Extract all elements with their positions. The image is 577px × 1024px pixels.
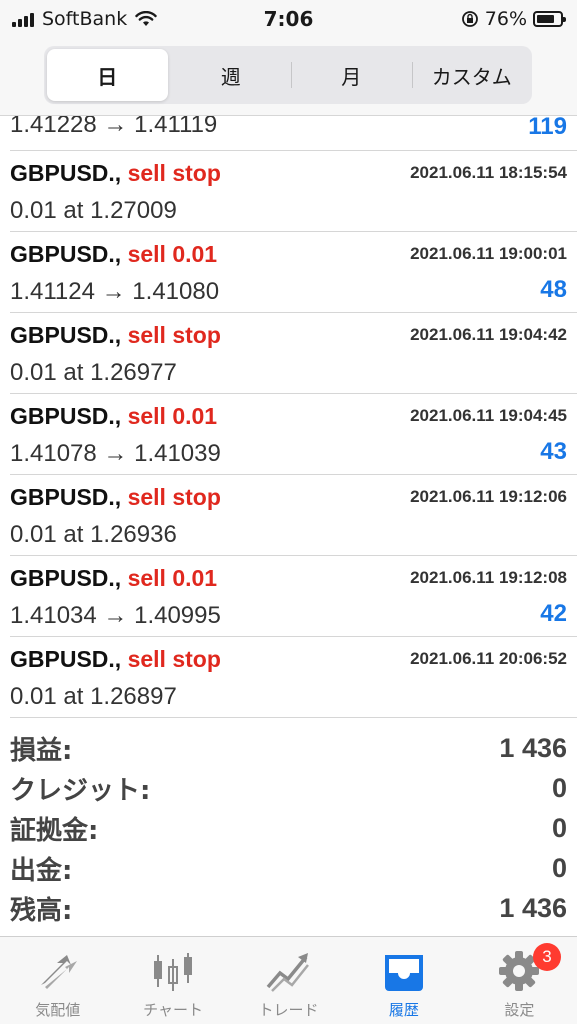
price-detail: 1.41228 → 1.41119 [10,116,218,138]
tab-trade[interactable]: トレード [231,937,346,1024]
battery-percent: 76% [484,8,527,30]
history-list: 1.41228 → 1.41119 119 GBPUSD., sell stop… [0,116,577,718]
order-time: 2021.06.11 19:00:01 [410,244,567,263]
tab-label: チャート [143,1001,204,1019]
period-selector-bar: 日 週 月 カスタム [0,40,577,116]
tab-label: 設定 [504,1001,535,1019]
tab-settings[interactable]: 設定 3 [462,937,577,1024]
history-row-partial[interactable]: 1.41228 → 1.41119 119 [10,116,577,151]
tab-label: 履歴 [388,1001,419,1019]
price-detail: 0.01 at 1.26936 [10,521,177,548]
summary-deposit: 証拠金: 0 [0,808,577,848]
candlestick-chart-icon [154,953,193,991]
history-row[interactable]: GBPUSD., sell 0.01 2021.06.11 19:04:45 1… [10,394,577,475]
summary-value: 1 436 [499,732,567,763]
period-segmented-control: 日 週 月 カスタム [44,46,532,104]
profit-value: 119 [528,116,567,140]
status-bar: SoftBank 7:06 76% [0,0,577,40]
order-action: sell stop [127,646,221,672]
history-row[interactable]: GBPUSD., sell 0.01 2021.06.11 19:00:01 1… [10,232,577,313]
battery-icon [533,11,566,27]
symbol-label: GBPUSD., [10,565,122,591]
price-detail: 1.41078 → 1.41039 [10,440,221,467]
orientation-lock-icon [461,11,478,27]
segment-custom[interactable]: カスタム [411,46,533,104]
history-row[interactable]: GBPUSD., sell stop 2021.06.11 19:04:42 0… [10,313,577,394]
tab-label: トレード [258,1001,319,1019]
order-time: 2021.06.11 19:12:06 [410,487,567,506]
order-action: sell 0.01 [127,565,218,591]
symbol-label: GBPUSD., [10,322,122,348]
summary-value: 0 [551,772,567,803]
price-detail: 0.01 at 1.26977 [10,359,177,386]
profit-value: 42 [540,600,567,627]
summary-value: 1 436 [499,892,567,923]
symbol-label: GBPUSD., [10,484,122,510]
order-time: 2021.06.11 19:04:42 [410,325,567,344]
history-row[interactable]: GBPUSD., sell stop 2021.06.11 19:12:06 0… [10,475,577,556]
tab-quotes[interactable]: 気配値 [0,937,115,1024]
summary-label: クレジット: [10,775,151,806]
price-detail: 0.01 at 1.27009 [10,197,177,224]
segment-day[interactable]: 日 [47,49,168,101]
order-action: sell 0.01 [127,241,218,267]
order-action: sell stop [127,322,221,348]
history-row[interactable]: GBPUSD., sell 0.01 2021.06.11 19:12:08 1… [10,556,577,637]
history-row[interactable]: GBPUSD., sell stop 2021.06.11 18:15:54 0… [10,151,577,232]
summary-label: 証拠金: [10,815,99,846]
account-summary: 損益: 1 436 クレジット: 0 証拠金: 0 出金: 0 残高: 1 43… [0,728,577,928]
summary-balance: 残高: 1 436 [0,888,577,928]
bottom-tab-bar: 気配値 チャート トレード 履歴 設定 3 [0,936,577,1024]
order-time: 2021.06.11 20:06:52 [410,649,567,668]
symbol-label: GBPUSD., [10,403,122,429]
summary-profit: 損益: 1 436 [0,728,577,768]
quotes-arrows-icon [40,955,77,989]
notification-badge: 3 [533,943,562,971]
order-action: sell stop [127,484,221,510]
profit-value: 48 [540,276,567,303]
summary-withdrawal: 出金: 0 [0,848,577,888]
order-action: sell 0.01 [127,403,218,429]
segment-week[interactable]: 週 [171,46,292,104]
symbol-label: GBPUSD., [10,646,122,672]
history-row[interactable]: GBPUSD., sell stop 2021.06.11 20:06:52 0… [10,637,577,718]
summary-value: 0 [551,812,567,843]
summary-credit: クレジット: 0 [0,768,577,808]
tab-chart[interactable]: チャート [115,937,230,1024]
tab-history[interactable]: 履歴 [346,937,461,1024]
price-detail: 0.01 at 1.26897 [10,683,177,710]
order-time: 2021.06.11 19:12:08 [410,568,567,587]
order-action: sell stop [127,160,221,186]
summary-label: 残高: [10,895,73,926]
price-detail: 1.41124 → 1.41080 [10,278,220,305]
summary-label: 出金: [10,855,73,886]
segment-month[interactable]: 月 [291,46,412,104]
symbol-label: GBPUSD., [10,241,122,267]
order-time: 2021.06.11 19:04:45 [410,406,567,425]
history-inbox-icon [384,955,423,991]
profit-value: 43 [540,438,567,465]
symbol-label: GBPUSD., [10,160,122,186]
tab-label: 気配値 [35,1001,81,1019]
order-time: 2021.06.11 18:15:54 [410,163,567,182]
trade-chart-icon [266,953,309,992]
price-detail: 1.41034 → 1.40995 [10,602,221,629]
summary-label: 損益: [10,735,73,766]
summary-value: 0 [551,852,567,883]
